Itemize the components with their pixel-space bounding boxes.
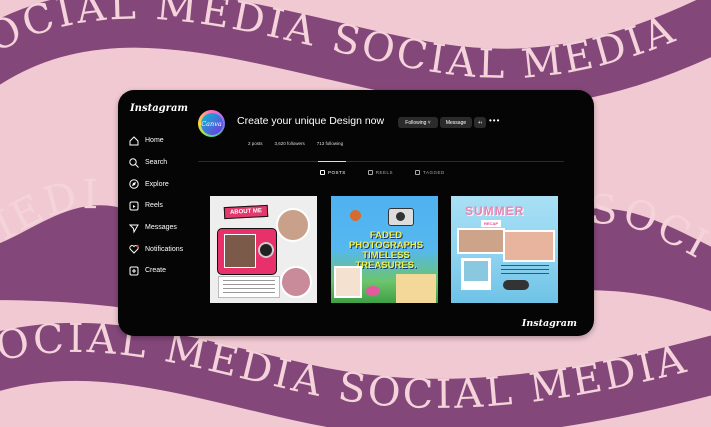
fish-graphic	[350, 210, 361, 221]
tab-posts[interactable]: POSTS	[320, 170, 346, 175]
post-title: ABOUT ME	[223, 204, 269, 220]
more-options-icon[interactable]: •••	[489, 116, 500, 125]
sidebar-item-label: Explore	[145, 180, 169, 188]
divider	[198, 161, 564, 162]
sidebar-item-label: Home	[145, 137, 164, 145]
circle-photo	[276, 208, 310, 242]
sidebar-item-explore[interactable]: Explore	[128, 173, 183, 195]
post-faded-photographs[interactable]: FADED PHOTOGRAPHS TIMELESS TREASURES.	[331, 196, 438, 303]
posts-count: 2 posts	[248, 141, 263, 146]
message-button[interactable]: Message	[440, 117, 472, 128]
profile-tabs: POSTS REELS TAGGED	[320, 170, 467, 175]
tab-reels[interactable]: REELS	[367, 170, 394, 175]
tab-label: POSTS	[328, 170, 346, 175]
profile-stats: 2 posts 3,620 followers 713 following	[248, 141, 355, 146]
sidebar-item-label: Notifications	[145, 245, 184, 253]
search-icon	[128, 157, 140, 169]
home-icon	[128, 135, 140, 147]
tag-icon	[415, 170, 421, 175]
tab-tagged[interactable]: TAGGED	[415, 170, 445, 175]
sidebar-item-create[interactable]: Create	[128, 260, 183, 282]
post-subtitle: RECAP	[481, 220, 502, 227]
sidebar-item-search[interactable]: Search	[128, 152, 183, 174]
sidebar-item-messages[interactable]: Messages	[128, 217, 183, 239]
circle-photo	[280, 266, 312, 298]
active-tab-indicator	[318, 161, 346, 162]
reels-icon	[128, 200, 140, 212]
sidebar-item-home[interactable]: Home	[128, 130, 183, 152]
flower-graphic	[366, 286, 380, 296]
sidebar-item-notifications[interactable]: Notifications	[128, 238, 183, 260]
post-photo	[503, 230, 555, 262]
reels-icon	[367, 170, 373, 175]
sidebar-item-label: Reels	[145, 202, 163, 210]
following-count[interactable]: 713 following	[317, 141, 343, 146]
send-icon	[128, 222, 140, 234]
heart-icon	[128, 243, 140, 255]
polaroid-photo	[461, 258, 491, 290]
profile-avatar[interactable]: Canva	[198, 110, 225, 137]
plus-square-icon	[128, 265, 140, 277]
post-summer-recap[interactable]: SUMMER RECAP	[451, 196, 558, 303]
following-button[interactable]: Following ˅	[398, 117, 438, 128]
sidebar-nav: Home Search Explore Reels Messages Notif…	[128, 130, 183, 282]
followers-count[interactable]: 3,620 followers	[275, 141, 305, 146]
sunglasses-graphic	[503, 280, 529, 290]
lens-graphic	[258, 242, 274, 258]
post-title: SUMMER	[465, 204, 525, 218]
sidebar-item-label: Messages	[145, 224, 177, 232]
post-title: FADED PHOTOGRAPHS TIMELESS TREASURES.	[348, 230, 424, 271]
app-logo[interactable]: Instagram	[130, 103, 188, 114]
tab-label: TAGGED	[423, 170, 445, 175]
profile-username: Create your unique Design now	[237, 115, 385, 127]
avatar-logo-text: Canva	[200, 112, 223, 135]
compass-icon	[128, 178, 140, 190]
add-person-button[interactable]: +‹	[474, 117, 486, 128]
sidebar-item-reels[interactable]: Reels	[128, 195, 183, 217]
instagram-profile-window: Instagram Home Search Explore Reels Mess…	[118, 90, 594, 336]
sidebar-item-label: Create	[145, 267, 167, 275]
post-photo	[457, 228, 505, 254]
camera-graphic	[388, 208, 414, 226]
text-block	[501, 262, 549, 276]
post-about-me[interactable]: ABOUT ME	[210, 196, 317, 303]
instagram-watermark: Instagram	[521, 318, 577, 329]
post-photo	[334, 266, 362, 298]
text-card	[218, 276, 280, 298]
sand-graphic	[396, 274, 436, 303]
grid-icon	[320, 170, 325, 175]
sidebar-item-label: Search	[145, 159, 168, 167]
post-photo	[224, 234, 256, 268]
tab-label: REELS	[375, 170, 394, 175]
